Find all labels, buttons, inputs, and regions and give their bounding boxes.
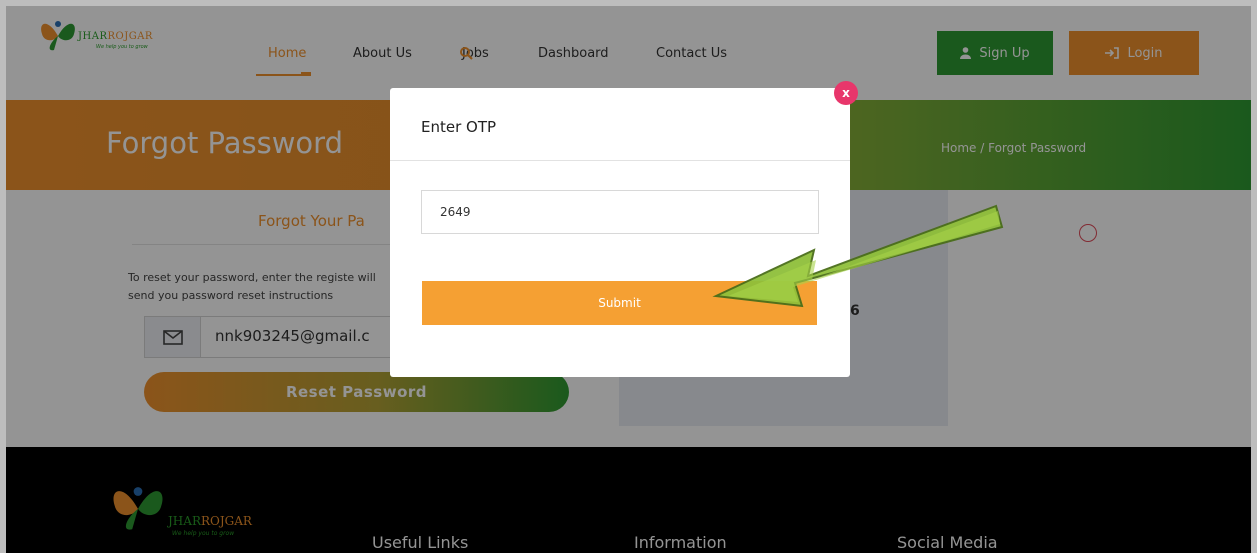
submit-button[interactable]: Submit bbox=[422, 281, 817, 325]
browser-viewport: JHARROJGAR We help you to grow Home Abou… bbox=[6, 6, 1251, 553]
page: JHARROJGAR We help you to grow Home Abou… bbox=[0, 0, 1257, 553]
close-modal-button[interactable]: x bbox=[834, 81, 858, 105]
modal-title: Enter OTP bbox=[421, 118, 497, 136]
otp-input[interactable]: 2649 bbox=[421, 190, 819, 234]
otp-modal: Enter OTP 2649 Submit bbox=[390, 88, 850, 377]
modal-divider bbox=[390, 160, 850, 161]
